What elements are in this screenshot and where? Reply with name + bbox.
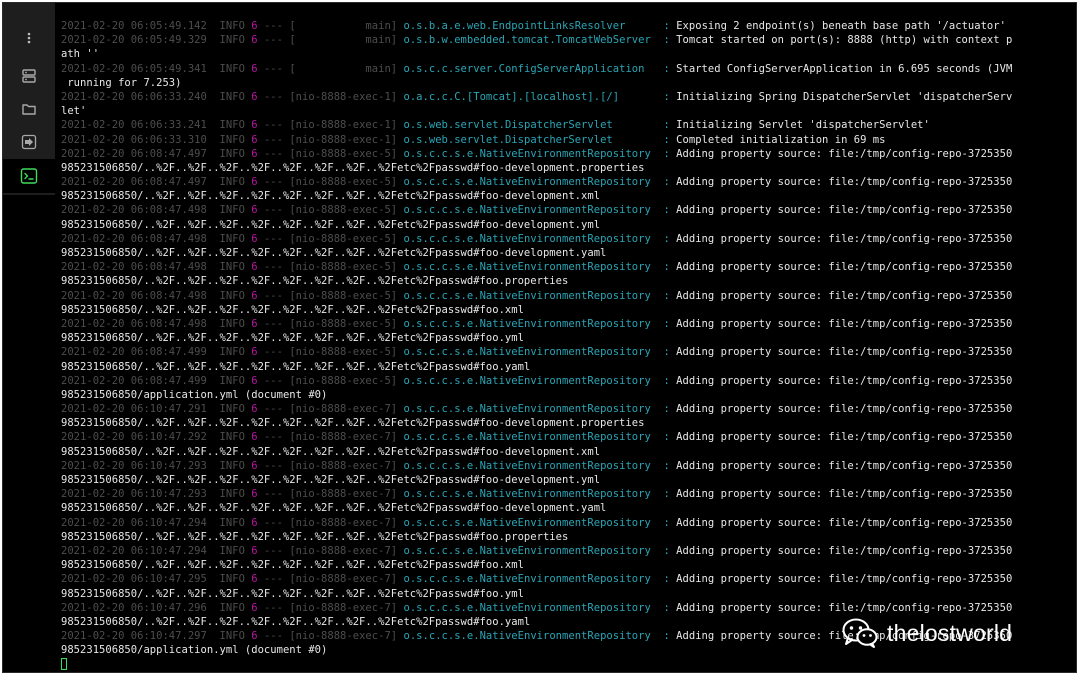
log-line: 2021-02-20 06:05:49.329 INFO 6 --- [ mai… — [61, 34, 1013, 47]
terminal-window: 2021-02-20 06:05:49.142 INFO 6 --- [ mai… — [2, 2, 1077, 673]
log-line: 2021-02-20 06:08:47.498 INFO 6 --- [nio-… — [61, 289, 1013, 302]
more-options-button[interactable] — [3, 23, 55, 53]
forward-button[interactable] — [3, 127, 55, 157]
terminal-button[interactable] — [3, 159, 55, 193]
log-line: 985231506850/..%2F..%2F..%2F..%2F..%2F..… — [61, 587, 524, 600]
log-line: 2021-02-20 06:10:47.292 INFO 6 --- [nio-… — [61, 431, 1013, 444]
log-line: 985231506850/..%2F..%2F..%2F..%2F..%2F..… — [61, 161, 645, 174]
watermark-text: thelostworld — [887, 619, 1013, 646]
log-line: 985231506850/..%2F..%2F..%2F..%2F..%2F..… — [61, 303, 524, 316]
log-line: 2021-02-20 06:08:47.499 INFO 6 --- [nio-… — [61, 374, 1013, 387]
log-line: 2021-02-20 06:10:47.291 INFO 6 --- [nio-… — [61, 403, 1013, 416]
log-line: 2021-02-20 06:10:47.293 INFO 6 --- [nio-… — [61, 488, 1013, 501]
log-line: 2021-02-20 06:08:47.498 INFO 6 --- [nio-… — [61, 261, 1013, 274]
folder-icon — [21, 101, 37, 117]
log-line: 2021-02-20 06:08:47.498 INFO 6 --- [nio-… — [61, 204, 1013, 217]
log-line: 2021-02-20 06:08:47.498 INFO 6 --- [nio-… — [61, 317, 1013, 330]
log-line: 2021-02-20 06:06:33.240 INFO 6 --- [nio-… — [61, 90, 1013, 103]
log-line: 2021-02-20 06:05:49.142 INFO 6 --- [ mai… — [61, 20, 1006, 32]
terminal-output[interactable]: 2021-02-20 06:05:49.142 INFO 6 --- [ mai… — [61, 19, 1073, 672]
log-line: 2021-02-20 06:08:47.497 INFO 6 --- [nio-… — [61, 147, 1013, 160]
log-line: 2021-02-20 06:10:47.294 INFO 6 --- [nio-… — [61, 544, 1013, 557]
log-line: 2021-02-20 06:08:47.498 INFO 6 --- [nio-… — [61, 232, 1013, 245]
watermark: thelostworld — [841, 615, 1012, 651]
log-line: 2021-02-20 06:10:47.295 INFO 6 --- [nio-… — [61, 573, 1013, 586]
terminal-icon — [20, 167, 38, 185]
log-line: 985231506850/..%2F..%2F..%2F..%2F..%2F..… — [61, 559, 524, 572]
log-line: 2021-02-20 06:06:33.310 INFO 6 --- [nio-… — [61, 133, 886, 146]
log-line: 2021-02-20 06:06:33.241 INFO 6 --- [nio-… — [61, 119, 930, 132]
text-cursor — [61, 658, 67, 671]
log-line: 2021-02-20 06:08:47.497 INFO 6 --- [nio-… — [61, 176, 1013, 189]
server-button[interactable] — [3, 61, 55, 91]
more-options-icon — [22, 31, 36, 45]
log-line: 985231506850/application.yml (document #… — [61, 388, 328, 401]
forward-icon — [21, 134, 37, 150]
log-line: 985231506850/..%2F..%2F..%2F..%2F..%2F..… — [61, 247, 607, 259]
log-line: 2021-02-20 06:10:47.296 INFO 6 --- [nio-… — [61, 601, 1013, 614]
log-line: 985231506850/..%2F..%2F..%2F..%2F..%2F..… — [61, 360, 531, 373]
sidebar — [3, 3, 55, 195]
log-line: running for 7.253) — [61, 76, 182, 89]
log-line: 985231506850/..%2F..%2F..%2F..%2F..%2F..… — [61, 530, 569, 543]
log-line: 2021-02-20 06:08:47.499 INFO 6 --- [nio-… — [61, 346, 1013, 359]
log-line: 985231506850/..%2F..%2F..%2F..%2F..%2F..… — [61, 190, 601, 203]
log-line: 985231506850/..%2F..%2F..%2F..%2F..%2F..… — [61, 445, 601, 458]
log-line: 985231506850/..%2F..%2F..%2F..%2F..%2F..… — [61, 417, 645, 430]
log-line: 985231506850/..%2F..%2F..%2F..%2F..%2F..… — [61, 332, 524, 345]
prompt-line[interactable] — [61, 657, 1073, 671]
log-line: 985231506850/..%2F..%2F..%2F..%2F..%2F..… — [61, 502, 607, 515]
log-line: 2021-02-20 06:05:49.341 INFO 6 --- [ mai… — [61, 62, 1013, 75]
wechat-icon — [841, 617, 879, 649]
log-line: ath '' — [61, 48, 100, 61]
log-line: let' — [61, 105, 87, 118]
log-line: 2021-02-20 06:10:47.294 INFO 6 --- [nio-… — [61, 516, 1013, 529]
log-line: 985231506850/..%2F..%2F..%2F..%2F..%2F..… — [61, 275, 569, 288]
log-line: 985231506850/..%2F..%2F..%2F..%2F..%2F..… — [61, 218, 601, 231]
log-line: 2021-02-20 06:10:47.293 INFO 6 --- [nio-… — [61, 459, 1013, 472]
server-icon — [21, 68, 37, 84]
files-button[interactable] — [3, 94, 55, 124]
log-line: 985231506850/..%2F..%2F..%2F..%2F..%2F..… — [61, 474, 601, 486]
